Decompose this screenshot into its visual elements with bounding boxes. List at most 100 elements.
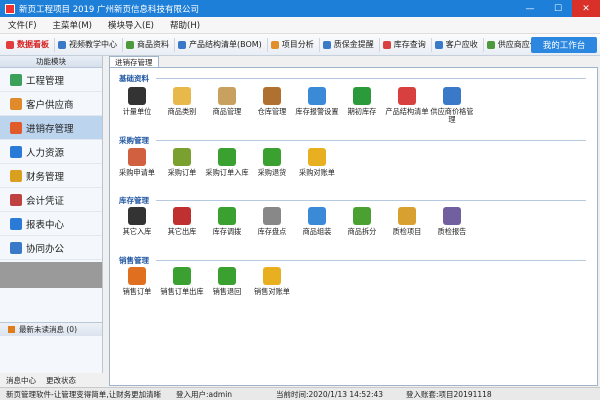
people-icon [10,97,22,110]
cart-icon [353,87,371,105]
close-button[interactable]: ✕ [572,0,600,17]
menu-bar: 文件(F) 主菜单(M) 模块导入(E) 帮助(H) [0,17,600,34]
section-divider [156,200,586,201]
menu-file[interactable]: 文件(F) [0,19,45,31]
arrow-left-icon [218,148,236,166]
sidebar-item-finance[interactable]: 财务管理 [0,164,102,188]
payable-icon [486,40,495,49]
tile-bom[interactable]: 产品结构清单 [384,87,430,116]
statement-icon [263,267,281,285]
sidebar-header: 功能模块 [0,56,102,68]
tile-warehouse[interactable]: 仓库管理 [249,87,295,116]
section-title-basic: 基础资料 [119,74,149,83]
tile-goods-assembly[interactable]: 商品组装 [294,207,340,236]
sidebar-gray-panel [0,262,102,288]
stock-icon [382,40,391,49]
tile-stock-count[interactable]: 库存盘点 [249,207,295,236]
engineering-icon [10,73,22,86]
sidebar-item-engineering[interactable]: 工程管理 [0,68,102,92]
title-bar: 新页工程项目 2019 广州新页信息科技有限公司 — ☐ ✕ [0,0,600,17]
tile-purchase-statement[interactable]: 采购对账单 [294,148,340,177]
toolbar-bom[interactable]: 产品结构清单(BOM) [175,37,268,52]
tile-other-inbound[interactable]: 其它入库 [114,207,160,236]
globe-icon [398,87,416,105]
person-icon [10,145,22,158]
unread-messages-bar[interactable]: 最新未读消息 (0) [0,322,102,336]
section-title-purchase: 采购管理 [119,136,149,145]
tile-qc-item[interactable]: 质检项目 [384,207,430,236]
statement-icon [308,148,326,166]
cart-in-icon [128,207,146,225]
video-icon [58,40,66,49]
section-title-stock: 库存管理 [119,196,149,205]
tile-purchase-request[interactable]: 采购申请单 [114,148,160,177]
sidebar-item-collaboration[interactable]: 协同办公 [0,236,102,260]
main-area: 进销存管理 基础资料 计量单位 商品类别 商品管理 仓库管理 库存报警设置 期初… [106,56,600,387]
sidebar-item-customer-supplier[interactable]: 客户供应商 [0,92,102,116]
tile-goods-split[interactable]: 商品拆分 [339,207,385,236]
app-logo-icon [5,3,15,14]
tile-sales-statement[interactable]: 销售对账单 [249,267,295,296]
status-slogan: 新页管理软件-让管理变得简单,让财务更加清晰 [6,389,162,399]
menu-module-import[interactable]: 模块导入(E) [100,19,162,31]
sidebar-footer: 消息中心 更改状态 [0,373,103,387]
tile-other-outbound[interactable]: 其它出库 [159,207,205,236]
unit-icon [128,87,146,105]
reminder-icon [322,40,331,49]
sidebar-item-voucher[interactable]: 会计凭证 [0,188,102,212]
cart-add-icon [173,148,191,166]
arrow-up-icon [308,207,326,225]
cart-out-icon [173,207,191,225]
tile-supplier-price[interactable]: 供应商价格管理 [429,87,475,124]
toolbar-goods[interactable]: 商品资料 [123,37,175,52]
tile-goods-management[interactable]: 商品管理 [204,87,250,116]
tile-sales-outbound[interactable]: 销售订单出库 [159,267,205,296]
message-center-link[interactable]: 消息中心 [6,375,36,386]
bom-icon [178,40,186,49]
tile-qc-report[interactable]: 质检报告 [429,207,475,236]
maximize-button[interactable]: ☐ [544,0,572,17]
section-title-sales: 销售管理 [119,256,149,265]
toolbar-video-center[interactable]: 视频教学中心 [55,37,123,52]
pencil-note-icon [398,207,416,225]
toolbar-customer-receivable[interactable]: 客户应收 [432,37,484,52]
search-report-icon [443,207,461,225]
tile-purchase-return[interactable]: 采购退货 [249,148,295,177]
tile-sales-order[interactable]: 销售订单 [114,267,160,296]
toolbar-data-dashboard[interactable]: 数据看板 [3,37,55,52]
magnifier-icon [263,207,281,225]
section-divider [156,78,586,79]
sidebar-item-report-center[interactable]: 报表中心 [0,212,102,236]
change-status-link[interactable]: 更改状态 [46,375,76,386]
quick-toolbar: 数据看板 视频教学中心 商品资料 产品结构清单(BOM) 项目分析 质保金提醒 … [0,34,600,56]
status-account: 登入账套:项目20191118 [406,389,492,399]
wallet-icon [10,169,22,182]
message-icon [8,326,15,333]
minimize-button[interactable]: — [516,0,544,17]
toolbar-warranty-reminder[interactable]: 质保金提醒 [320,37,380,52]
sidebar-item-hr[interactable]: 人力资源 [0,140,102,164]
tile-purchase-order[interactable]: 采购订单 [159,148,205,177]
supplier-icon [443,87,461,105]
toolbar-project-analysis[interactable]: 项目分析 [268,37,320,52]
toolbar-stock-query[interactable]: 库存查询 [380,37,432,52]
tile-unit[interactable]: 计量单位 [114,87,160,116]
sidebar-item-inventory[interactable]: 进销存管理 [0,116,102,140]
tile-sales-return[interactable]: 销售退回 [204,267,250,296]
analysis-icon [270,40,279,49]
status-time: 当前时间:2020/1/13 14:52:43 [276,389,384,399]
tile-goods-category[interactable]: 商品类别 [159,87,205,116]
status-bar: 新页管理软件-让管理变得简单,让财务更加清晰 登入用户:admin 当前时间:2… [0,387,600,400]
dashboard-icon [6,40,14,49]
receivable-icon [434,40,443,49]
menu-main[interactable]: 主菜单(M) [45,19,100,31]
tile-purchase-inbound[interactable]: 采购订单入库 [204,148,250,177]
tile-stock-transfer[interactable]: 库存调拨 [204,207,250,236]
my-workbench-button[interactable]: 我的工作台 [531,37,597,53]
tile-opening-stock[interactable]: 期初库存 [339,87,385,116]
section-divider [156,260,586,261]
sales-chart-icon [128,267,146,285]
goods-icon [126,40,134,49]
tile-stock-alarm[interactable]: 库存报警设置 [294,87,340,116]
menu-help[interactable]: 帮助(H) [162,19,208,31]
